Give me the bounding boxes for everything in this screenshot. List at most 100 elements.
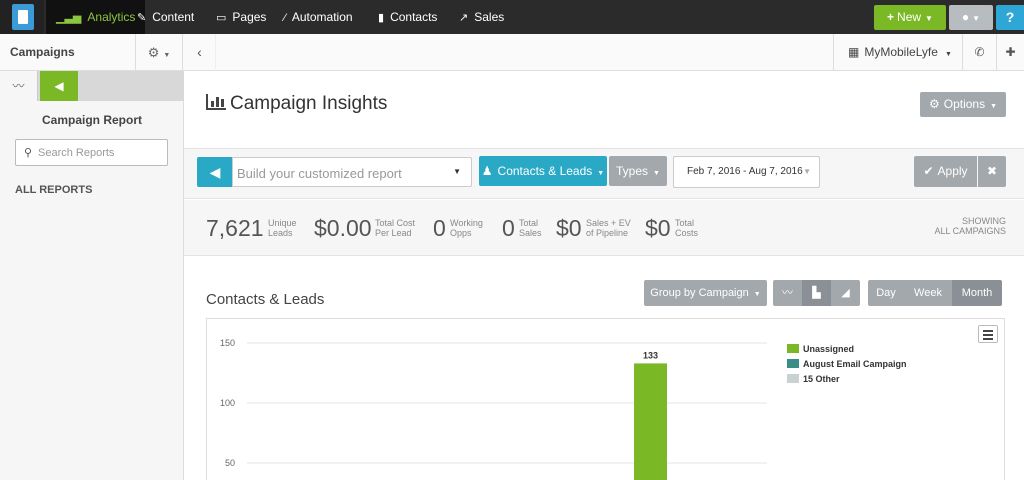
- chart-icon: ▁▃▅: [56, 12, 82, 24]
- period-day-button[interactable]: Day: [868, 280, 904, 306]
- legend-item[interactable]: 15 Other: [787, 373, 840, 384]
- contacts-leads-dropdown[interactable]: ♟ Contacts & Leads ▼: [479, 156, 607, 186]
- nav-contacts-label: Contacts: [390, 10, 438, 24]
- tab-trends[interactable]: 〰: [0, 71, 38, 101]
- stat-value: $0: [645, 215, 671, 241]
- clear-button[interactable]: ✖: [978, 156, 1006, 187]
- help-icon: ?: [1005, 9, 1015, 25]
- user-icon: ●: [961, 10, 970, 24]
- chart-type-bar-button[interactable]: ▙: [802, 280, 831, 306]
- caret-down-icon: ▼: [163, 52, 171, 59]
- gear-icon: ⚙: [147, 45, 160, 60]
- stat-value: $0: [556, 215, 582, 241]
- stat-label: Total Costs: [675, 218, 699, 238]
- stat-label: Total Sales: [519, 218, 542, 238]
- pin-icon: ✚: [1005, 45, 1016, 59]
- line-chart-icon: 〰: [782, 287, 793, 299]
- showing-label: SHOWING ALL CAMPAIGNS: [934, 216, 1006, 236]
- options-button[interactable]: ⚙ Options ▼: [920, 92, 1006, 117]
- legend-item[interactable]: August Email Campaign: [787, 358, 907, 369]
- megaphone-icon: ◀: [197, 157, 233, 187]
- check-icon: ✔: [923, 164, 934, 178]
- nav-sales-label: Sales: [474, 10, 505, 24]
- phone-button[interactable]: ✆: [962, 34, 996, 71]
- period-week-button[interactable]: Week: [904, 280, 952, 306]
- y-tick-label: 150: [220, 338, 235, 348]
- stat-value: $0.00: [314, 215, 372, 241]
- legend-label: Unassigned: [803, 344, 855, 354]
- chart-type-line-button[interactable]: 〰: [773, 280, 802, 306]
- stat-value: 7,621: [206, 215, 264, 241]
- plus-icon: +: [887, 10, 895, 24]
- tab-campaigns[interactable]: ◀: [40, 71, 78, 101]
- sidebar: 〰 ◀ Campaign Report ⚲ ALL REPORTS: [0, 71, 184, 480]
- group-by-dropdown[interactable]: Group by Campaign ▼: [644, 280, 767, 306]
- trend-line-icon: 〰: [12, 79, 25, 93]
- pin-button[interactable]: ✚: [996, 34, 1024, 71]
- date-range-value: Feb 7, 2016 - Aug 7, 2016: [687, 166, 803, 177]
- stat-value: 0: [433, 215, 446, 241]
- all-reports-link[interactable]: ALL REPORTS: [15, 184, 92, 196]
- chart-section-title: Contacts & Leads: [206, 291, 325, 308]
- period-month-button[interactable]: Month: [952, 280, 1002, 306]
- legend-label: August Email Campaign: [803, 359, 907, 369]
- area-chart-icon: ◢: [841, 287, 850, 299]
- bar-data-label: 133: [643, 350, 658, 360]
- account-selector[interactable]: ▦ MyMobileLyfe ▼: [833, 34, 962, 71]
- collapse-sidebar-button[interactable]: ‹: [184, 34, 216, 71]
- report-builder-placeholder: Build your customized report: [237, 166, 402, 181]
- contact-book-icon: ▮: [378, 12, 385, 24]
- stat-label: Total Cost Per Lead: [375, 218, 416, 238]
- options-label: Options: [943, 97, 986, 111]
- types-label: Types: [616, 164, 649, 178]
- wand-icon: ⁄: [284, 12, 286, 24]
- account-name: MyMobileLyfe: [864, 45, 938, 59]
- logo-icon: [12, 4, 34, 30]
- stat-label: Working Opps: [450, 218, 483, 238]
- user-menu-button[interactable]: ● ▼: [949, 5, 993, 30]
- new-button-label: New: [897, 10, 922, 24]
- help-button[interactable]: ?: [996, 5, 1024, 30]
- settings-button[interactable]: ⚙ ▼: [135, 34, 183, 71]
- caret-down-icon: ▼: [653, 170, 660, 177]
- contacts-leads-chart: 150 100 50 133: [220, 338, 767, 480]
- caret-down-icon: ▼: [944, 51, 952, 58]
- caret-down-icon: ▼: [803, 167, 811, 176]
- nav-automation[interactable]: ⁄ Automation: [274, 0, 363, 34]
- stats-bar: 7,621 Unique Leads $0.00 Total Cost Per Le…: [184, 200, 1024, 256]
- pencil-icon: ✎: [137, 12, 147, 24]
- caret-down-icon: ▼: [972, 14, 981, 23]
- section-title: Campaigns: [10, 45, 75, 59]
- apply-label: Apply: [937, 164, 968, 178]
- y-tick-label: 50: [225, 458, 235, 468]
- bar-unassigned[interactable]: [634, 363, 667, 480]
- nav-sales[interactable]: ↗ Sales: [449, 0, 514, 34]
- date-range-picker[interactable]: Feb 7, 2016 - Aug 7, 2016 ▼: [673, 156, 820, 188]
- caret-down-icon: ▼: [990, 103, 998, 110]
- nav-automation-label: Automation: [291, 10, 353, 24]
- group-by-label: Group by Campaign: [650, 287, 749, 299]
- nav-content[interactable]: ✎ Content: [127, 0, 204, 34]
- new-button[interactable]: + New ▼: [874, 5, 946, 30]
- caret-down-icon: ▼: [925, 14, 933, 23]
- search-input[interactable]: [38, 144, 166, 162]
- apply-button[interactable]: ✔ Apply: [914, 156, 977, 187]
- report-builder-select[interactable]: Build your customized report ▼: [232, 157, 472, 187]
- types-dropdown[interactable]: Types ▼: [609, 156, 667, 186]
- caret-down-icon: ▼: [597, 170, 605, 177]
- chart-type-area-button[interactable]: ◢: [831, 280, 860, 306]
- app-logo[interactable]: [0, 0, 44, 34]
- nav-pages[interactable]: ▭ Pages: [206, 0, 276, 34]
- phone-icon: ✆: [974, 45, 985, 59]
- y-tick-label: 100: [220, 398, 235, 408]
- page-title: Campaign Insights: [206, 93, 387, 115]
- chart-menu-button[interactable]: [978, 325, 998, 343]
- bar-chart-icon: ▙: [812, 287, 821, 299]
- stat-value: 0: [502, 215, 515, 241]
- legend-item[interactable]: Unassigned: [787, 343, 854, 354]
- nav-contacts[interactable]: ▮ Contacts: [368, 0, 447, 34]
- page-title-text: Campaign Insights: [230, 93, 388, 114]
- trend-icon: ↗: [459, 12, 469, 24]
- search-reports[interactable]: ⚲: [15, 139, 168, 166]
- bar-chart-icon: [206, 94, 226, 110]
